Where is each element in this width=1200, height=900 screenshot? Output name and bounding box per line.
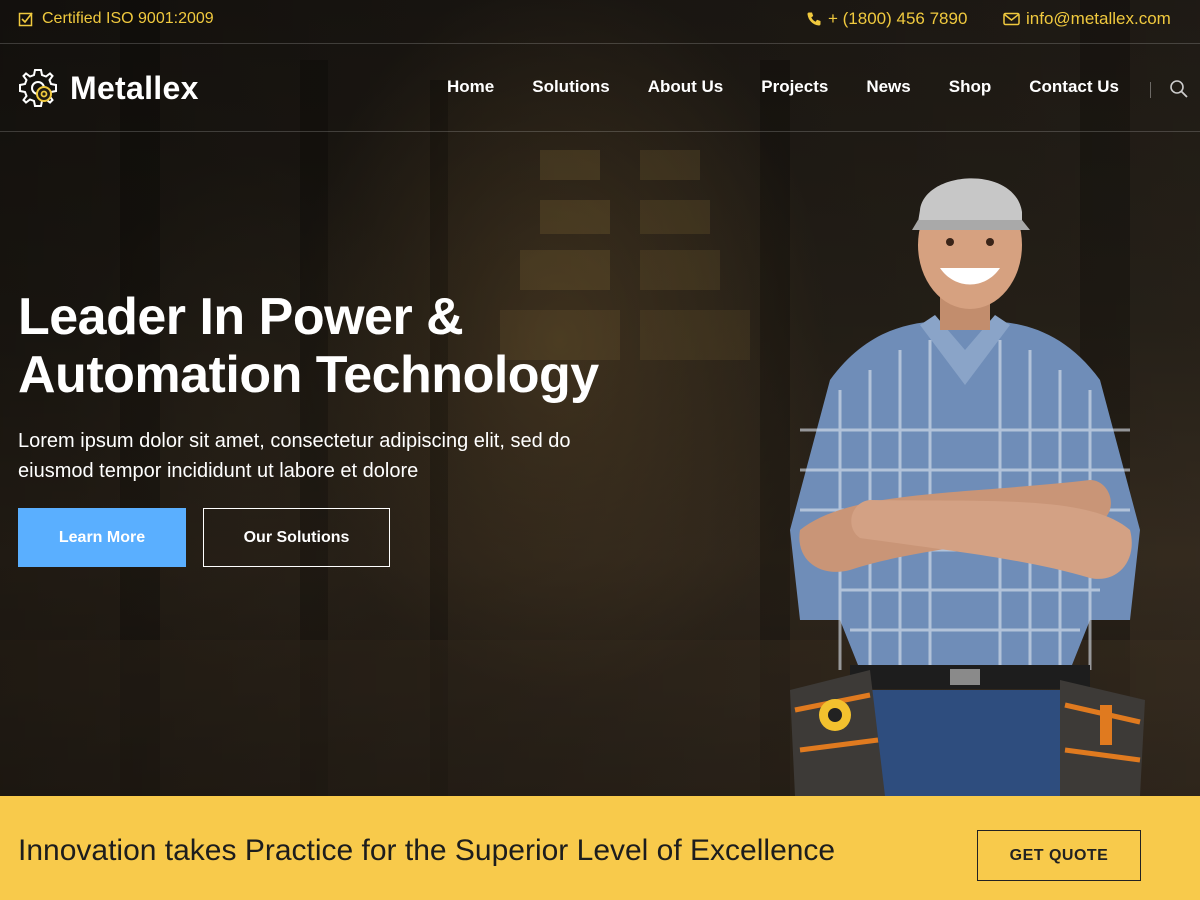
nav-item-contact-us[interactable]: Contact Us (1029, 77, 1119, 97)
brand-logo[interactable]: Metallex (18, 68, 199, 108)
get-quote-button[interactable]: GET QUOTE (977, 830, 1141, 881)
email-address[interactable]: info@metallex.com (1026, 9, 1171, 29)
nav-item-solutions[interactable]: Solutions (532, 77, 609, 97)
hero-headline-line1: Leader In Power & (18, 288, 464, 346)
envelope-icon (1003, 12, 1020, 26)
topbar: Certified ISO 9001:2009 + (1800) 456 789… (0, 0, 1200, 44)
phone-number[interactable]: + (1800) 456 7890 (828, 9, 967, 29)
gear-icon (19, 69, 57, 107)
email-info[interactable]: info@metallex.com (1003, 9, 1171, 29)
main-navbar: Metallex Home Solutions About Us Project… (0, 44, 1200, 132)
worker-image (790, 178, 1145, 796)
phone-info[interactable]: + (1800) 456 7890 (806, 9, 967, 29)
our-solutions-button[interactable]: Our Solutions (203, 508, 390, 567)
brand-name: Metallex (70, 69, 199, 106)
checkbox-icon (18, 12, 33, 27)
learn-more-button[interactable]: Learn More (18, 508, 186, 567)
nav-item-about-us[interactable]: About Us (648, 77, 724, 97)
cta-text: Innovation takes Practice for the Superi… (18, 834, 836, 867)
certification-text: Certified ISO 9001:2009 (42, 10, 214, 27)
cta-band: Innovation takes Practice for the Superi… (0, 796, 1200, 900)
search-icon (1170, 80, 1188, 98)
certification-info: Certified ISO 9001:2009 (18, 10, 214, 28)
nav-divider (1150, 82, 1151, 98)
hero-headline: Leader In Power & Automation Technology (18, 288, 718, 404)
nav-menu: Home Solutions About Us Projects News Sh… (447, 77, 1157, 97)
nav-item-home[interactable]: Home (447, 77, 494, 97)
nav-item-projects[interactable]: Projects (761, 77, 828, 97)
nav-item-shop[interactable]: Shop (949, 77, 992, 97)
phone-icon (807, 12, 821, 26)
search-button[interactable] (1169, 79, 1189, 104)
hero-subtext: Lorem ipsum dolor sit amet, consectetur … (18, 430, 571, 482)
nav-item-news[interactable]: News (866, 77, 910, 97)
hero-headline-line2: Automation Technology (18, 346, 599, 404)
